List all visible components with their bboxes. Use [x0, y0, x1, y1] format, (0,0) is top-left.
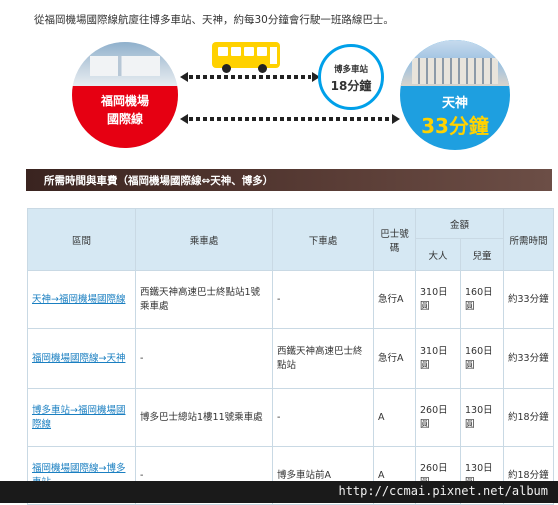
- time-cell: 約18分鐘: [503, 388, 555, 447]
- section-title: 所需時間與車費（福岡機場國際線⇔天神、博多）: [44, 175, 274, 187]
- alight-cell: -: [272, 270, 374, 329]
- table-row: 博多車站→福岡機場國際線 博多巴士總站1樓11號乘車處 - A 260日圓 13…: [27, 388, 555, 447]
- hakata-time: 18分鐘: [330, 79, 372, 93]
- child-fare-cell: 160日圓: [459, 270, 505, 329]
- watermark-bar: http://ccmai.pixnet.net/album: [0, 481, 558, 503]
- route-link[interactable]: 博多車站→福岡機場國際線: [27, 388, 136, 447]
- th-section: 區間: [27, 208, 136, 271]
- th-child: 兒童: [459, 238, 505, 271]
- tenjin-photo: [400, 40, 510, 86]
- table-row: 福岡機場國際線→天神 - 西鐵天神高速巴士終點站 急行A 310日圓 160日圓…: [27, 328, 555, 389]
- th-bus-no: 巴士號碼: [373, 208, 416, 271]
- airport-label-line1: 福岡機場: [100, 94, 149, 108]
- airport-label-line2: 國際線: [106, 112, 143, 126]
- board-cell: 西鐵天神高速巴士終點站1號乘車處: [135, 270, 273, 329]
- adult-fare-cell: 260日圓: [415, 388, 461, 447]
- route-link[interactable]: 福岡機場國際線→天神: [27, 328, 136, 389]
- arrow-airport-tenjin: [180, 114, 400, 124]
- tenjin-label: 天神: [441, 96, 468, 111]
- hakata-station-circle: 博多車站 18分鐘: [318, 44, 384, 110]
- airport-photo: [72, 42, 178, 86]
- bus-cell: A: [373, 388, 416, 447]
- adult-fare-cell: 310日圓: [415, 270, 461, 329]
- bus-cell: 急行A: [373, 270, 416, 329]
- intro-text: 從福岡機場國際線航廈往博多車站、天神，約每30分鐘會行駛一班路線巴士。: [34, 14, 394, 26]
- time-cell: 約33分鐘: [503, 328, 555, 389]
- section-heading: 所需時間與車費（福岡機場國際線⇔天神、博多）: [26, 169, 552, 191]
- adult-fare-cell: 310日圓: [415, 328, 461, 389]
- tenjin-circle: 天神 33分鐘: [400, 40, 510, 150]
- th-adult: 大人: [415, 238, 461, 271]
- time-cell: 約33分鐘: [503, 270, 555, 329]
- route-link[interactable]: 天神→福岡機場國際線: [27, 270, 136, 329]
- tenjin-time: 33分鐘: [421, 114, 489, 138]
- child-fare-cell: 130日圓: [459, 388, 505, 447]
- arrow-airport-hakata: [180, 72, 320, 82]
- bus-cell: 急行A: [373, 328, 416, 389]
- th-time: 所需時間: [503, 208, 555, 271]
- th-fare: 金額: [414, 208, 505, 239]
- alight-cell: 西鐵天神高速巴士終點站: [272, 328, 374, 389]
- board-cell: 博多巴士總站1樓11號乘車處: [135, 388, 273, 447]
- hakata-label: 博多車站: [333, 65, 368, 75]
- th-board: 乘車處: [135, 208, 273, 271]
- fare-table: 區間 乘車處 下車處 巴士號碼 金額 所需時間 大人 兒童 天神→福岡機場國際線…: [27, 208, 555, 505]
- alight-cell: -: [272, 388, 374, 447]
- fukuoka-airport-circle: 福岡機場 國際線: [72, 42, 178, 148]
- bus-icon: [212, 42, 280, 73]
- watermark-url: http://ccmai.pixnet.net/album: [338, 484, 548, 498]
- th-alight: 下車處: [272, 208, 374, 271]
- board-cell: -: [135, 328, 273, 389]
- child-fare-cell: 160日圓: [459, 328, 505, 389]
- table-row: 天神→福岡機場國際線 西鐵天神高速巴士終點站1號乘車處 - 急行A 310日圓 …: [27, 270, 555, 329]
